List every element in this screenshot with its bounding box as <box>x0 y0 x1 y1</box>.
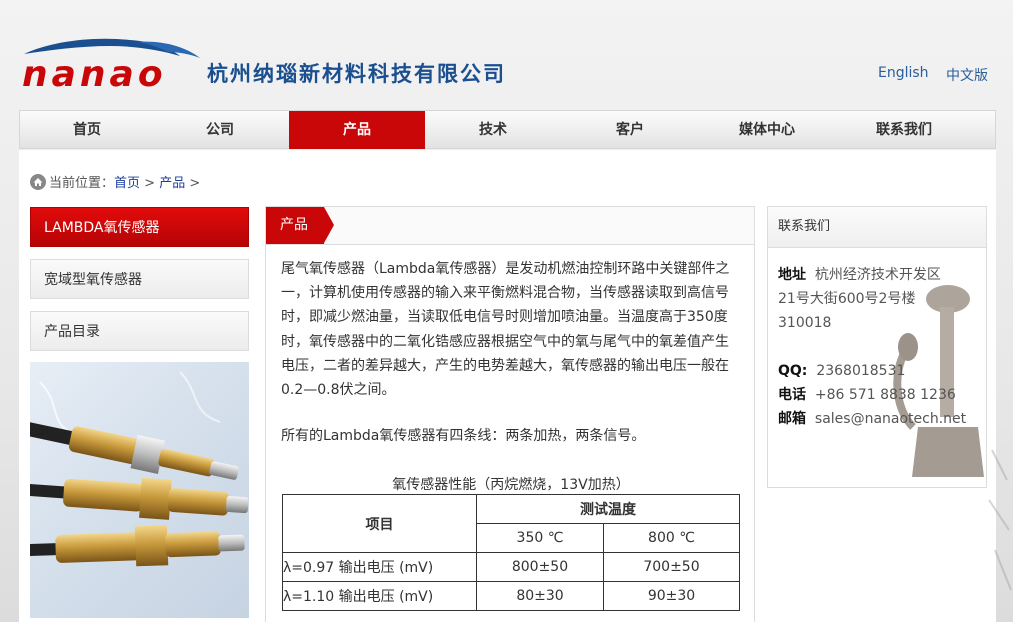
email-address[interactable]: sales@nanaotech.net <box>815 411 966 427</box>
address-line: 21号大街600号2号楼 <box>778 291 916 307</box>
header: nanao 杭州纳瑙新材料科技有限公司 English 中文版 <box>0 0 1013 110</box>
table-row: λ=1.10 输出电压 (mV) 80±30 90±30 <box>282 581 740 611</box>
breadcrumb-separator: > <box>140 176 160 191</box>
table-cell: 800±50 <box>476 552 604 582</box>
table-header-test-temp: 测试温度 <box>476 494 740 524</box>
breadcrumb: 当前位置：首页 > 产品 > <box>30 172 200 191</box>
nav-item-home[interactable]: 首页 <box>19 111 155 149</box>
company-logo[interactable]: nanao <box>20 36 205 95</box>
nav-item-technology[interactable]: 技术 <box>425 111 561 149</box>
address-label: 地址 <box>778 267 806 283</box>
contact-details: 地址 杭州经济技术开发区 21号大街600号2号楼 310018 QQ: 236… <box>778 263 983 431</box>
email-label: 邮箱 <box>778 411 806 427</box>
tab-products[interactable]: 产品 <box>266 207 324 244</box>
car-swoosh-logo-icon: nanao <box>22 38 200 95</box>
sidebar-item-lambda-sensor[interactable]: LAMBDA氧传感器 <box>30 207 249 247</box>
performance-table: 项目 测试温度 350 ℃ 800 ℃ λ=0.97 输出电压 (mV) 800… <box>282 494 740 611</box>
oxygen-sensor-product-image <box>30 362 249 618</box>
breadcrumb-current-link[interactable]: 产品 <box>159 176 185 191</box>
company-name: 杭州纳瑙新材料科技有限公司 <box>207 61 506 86</box>
nav-item-clients[interactable]: 客户 <box>562 111 698 149</box>
postal-code: 310018 <box>778 315 832 331</box>
sidebar-item-product-catalog[interactable]: 产品目录 <box>30 311 249 351</box>
intro-paragraph: 尾气氧传感器（Lambda氧传感器）是发动机燃油控制环路中关键部件之一，计算机使… <box>281 261 730 399</box>
wires-paragraph: 所有的Lambda氧传感器有四条线：两条加热，两条信号。 <box>281 428 646 444</box>
table-cell: 90±30 <box>603 581 740 611</box>
table-header-item: 项目 <box>282 494 477 553</box>
contact-title: 联系我们 <box>768 207 986 248</box>
breadcrumb-home-link[interactable]: 首页 <box>114 176 140 191</box>
table-header-temp-800: 800 ℃ <box>603 523 740 553</box>
nav-item-company[interactable]: 公司 <box>152 111 288 149</box>
table-caption: 氧传感器性能（丙烷燃烧，13V加热） <box>392 477 630 493</box>
qq-number: 2368018531 <box>816 363 906 379</box>
main-header: 产品 <box>266 207 754 245</box>
home-icon <box>30 174 46 190</box>
table-cell: λ=0.97 输出电压 (mV) <box>282 552 477 582</box>
nav-item-media[interactable]: 媒体中心 <box>699 111 835 149</box>
main-content: 产品 尾气氧传感器（Lambda氧传感器）是发动机燃油控制环路中关键部件之一，计… <box>265 206 755 622</box>
table-cell: 80±30 <box>476 581 604 611</box>
breadcrumb-separator: > <box>185 176 201 191</box>
table-row: λ=0.97 输出电压 (mV) 800±50 700±50 <box>282 552 740 582</box>
tab-arrow-decoration <box>324 207 334 243</box>
breadcrumb-prefix: 当前位置： <box>49 176 115 191</box>
contact-panel: 联系我们 地址 杭州经济技术开发区 21号大街600号2号楼 310018 QQ… <box>767 206 987 488</box>
english-link[interactable]: English <box>878 65 929 81</box>
nav-item-products[interactable]: 产品 <box>289 111 425 149</box>
qq-label: QQ: <box>778 363 808 379</box>
table-cell: λ=1.10 输出电压 (mV) <box>282 581 477 611</box>
phone-label: 电话 <box>778 387 806 403</box>
chinese-link[interactable]: 中文版 <box>946 65 988 85</box>
svg-text:nanao: nanao <box>22 54 167 94</box>
table-cell: 700±50 <box>603 552 740 582</box>
table-header-temp-350: 350 ℃ <box>476 523 604 553</box>
table-row: 项目 测试温度 <box>282 494 740 553</box>
phone-number: +86 571 8838 1236 <box>814 387 956 403</box>
address-line: 杭州经济技术开发区 <box>814 267 941 283</box>
sidebar-item-wideband-sensor[interactable]: 宽域型氧传感器 <box>30 259 249 299</box>
background-decoration <box>988 449 1012 591</box>
nav-item-contact[interactable]: 联系我们 <box>836 111 972 149</box>
main-nav: 首页 公司 产品 技术 客户 媒体中心 联系我们 <box>19 110 996 149</box>
